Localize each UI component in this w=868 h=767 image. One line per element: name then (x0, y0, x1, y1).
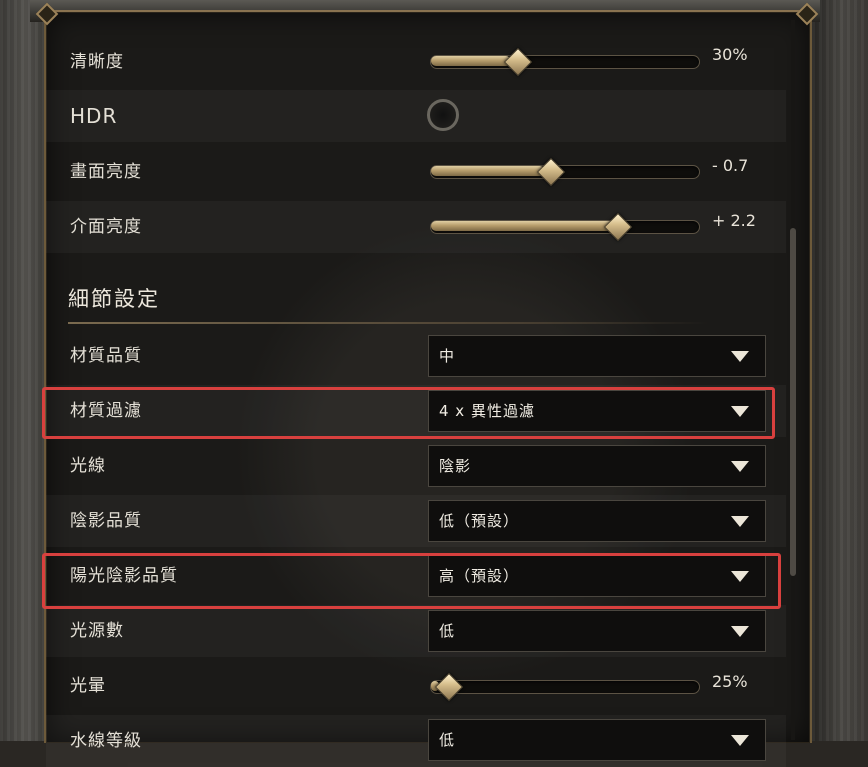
dropdown-value: 陰影 (439, 457, 472, 475)
chevron-down-icon (731, 351, 749, 362)
slider-fill (431, 166, 545, 176)
texture-quality-dropdown[interactable]: 中 (428, 335, 766, 377)
setting-label: 畫面亮度 (70, 162, 142, 182)
chevron-down-icon (731, 461, 749, 472)
slider-fill (431, 221, 615, 231)
screen-brightness-slider[interactable] (430, 157, 700, 187)
setting-label: 水線等級 (70, 731, 142, 751)
section-title: 細節設定 (68, 287, 160, 311)
lighting-dropdown[interactable]: 陰影 (428, 445, 766, 487)
water-dropdown[interactable]: 低 (428, 719, 766, 761)
setting-label: HDR (70, 104, 118, 128)
setting-row-hdr: HDR (46, 90, 786, 142)
setting-label: 光暈 (70, 676, 106, 696)
shadow-quality-dropdown[interactable]: 低（預設） (428, 500, 766, 542)
dropdown-value: 低（預設） (439, 512, 520, 530)
section-divider (68, 322, 708, 324)
ui-brightness-slider[interactable] (430, 212, 700, 242)
slider-value: - 0.7 (712, 156, 749, 175)
slider-value: 25% (712, 672, 748, 691)
setting-label: 介面亮度 (70, 217, 142, 237)
setting-label: 光源數 (70, 621, 124, 641)
light-count-dropdown[interactable]: 低 (428, 610, 766, 652)
slider-track (430, 680, 700, 694)
dropdown-value: 低 (439, 731, 456, 749)
scrollbar-thumb[interactable] (790, 228, 796, 576)
dropdown-value: 中 (439, 347, 456, 365)
clarity-slider[interactable] (430, 47, 700, 77)
bloom-slider[interactable] (430, 672, 700, 702)
setting-label: 材質品質 (70, 346, 142, 366)
setting-label: 光線 (70, 456, 106, 476)
highlight-box-texture-filtering (42, 387, 775, 439)
highlight-box-sun-shadow-quality (42, 553, 781, 609)
slider-value: 30% (712, 45, 748, 64)
setting-label: 清晰度 (70, 52, 124, 72)
setting-label: 陰影品質 (70, 511, 142, 531)
hdr-checkbox[interactable] (427, 99, 459, 131)
chevron-down-icon (731, 626, 749, 637)
slider-fill (431, 56, 511, 66)
slider-value: + 2.2 (712, 211, 756, 230)
chevron-down-icon (731, 516, 749, 527)
dropdown-value: 低 (439, 622, 456, 640)
